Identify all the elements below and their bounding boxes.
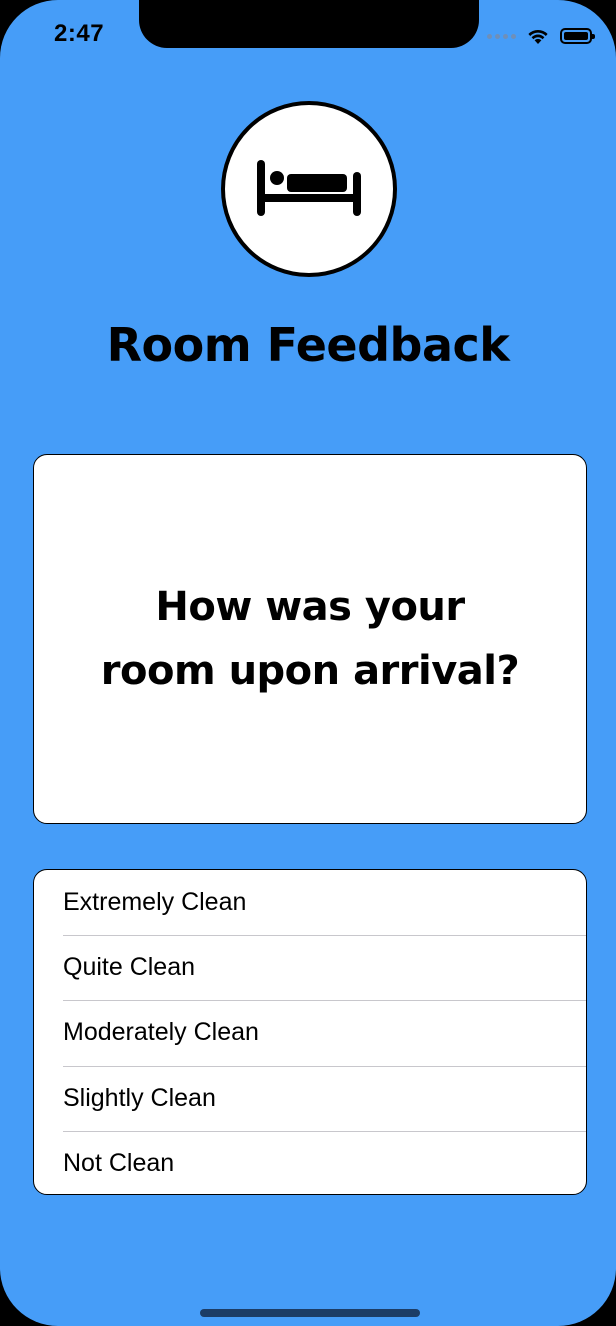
option-label: Slightly Clean: [63, 1083, 216, 1112]
room-logo: [221, 101, 397, 277]
option-label: Extremely Clean: [63, 888, 247, 917]
wifi-icon: [528, 29, 548, 44]
device-notch: [139, 0, 479, 48]
option-extremely-clean[interactable]: Extremely Clean: [34, 870, 586, 935]
option-moderately-clean[interactable]: Moderately Clean: [34, 1000, 586, 1065]
bed-icon: [257, 160, 361, 216]
option-quite-clean[interactable]: Quite Clean: [34, 935, 586, 1000]
option-label: Quite Clean: [63, 953, 196, 982]
option-label: Not Clean: [63, 1148, 175, 1177]
home-indicator[interactable]: [200, 1309, 420, 1317]
answer-options-list: Extremely Clean Quite Clean Moderately C…: [33, 869, 587, 1195]
battery-icon: [560, 28, 595, 44]
question-card: How was your room upon arrival?: [33, 454, 587, 824]
option-not-clean[interactable]: Not Clean: [34, 1130, 586, 1194]
app-screen: 2:47 Room Feedback How was your room upo…: [0, 0, 616, 1326]
cellular-signal-icon: [487, 33, 516, 39]
option-slightly-clean[interactable]: Slightly Clean: [34, 1065, 586, 1131]
question-text: How was your room upon arrival?: [100, 584, 520, 694]
option-label: Moderately Clean: [63, 1018, 259, 1047]
page-title: Room Feedback: [106, 318, 510, 372]
status-indicators: [487, 22, 595, 50]
status-time: 2:47: [54, 20, 105, 47]
